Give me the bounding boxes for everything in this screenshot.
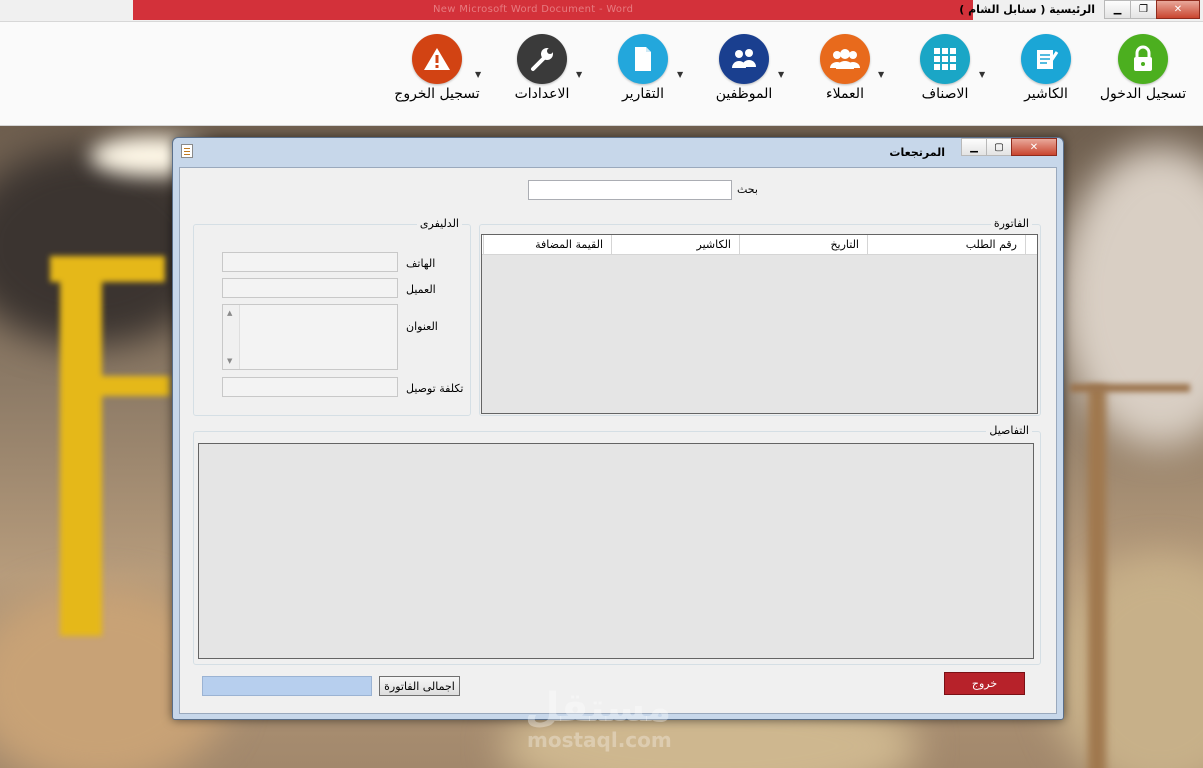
row-header-corner [1025, 235, 1037, 254]
toolbar-settings-label: الاعدادات [514, 86, 570, 102]
address-scrollbar[interactable]: ▲ ▼ [223, 305, 240, 369]
restore-button[interactable]: ❐ [1130, 0, 1157, 19]
delivery-group-caption: الدليفرى [416, 217, 462, 230]
app-title: الرئيسية ( سنابل الشام ) [959, 3, 1095, 16]
window-minimize-button[interactable]: ▁ [961, 138, 987, 156]
close-icon: ✕ [1029, 141, 1039, 153]
delivery-cost-field[interactable] [222, 377, 398, 397]
window-client-area: بحث الدليفرى الهاتف العميل العنوان ▲ ▼ ت… [179, 167, 1057, 714]
document-icon [618, 34, 668, 84]
scroll-down-icon[interactable]: ▼ [227, 357, 232, 365]
toolbar-reports-button[interactable]: ▼ التقارير [576, 34, 698, 102]
notepad-icon [1021, 34, 1071, 84]
grid-icon [920, 34, 970, 84]
column-vat[interactable]: القيمة المضافة [483, 235, 611, 254]
close-icon: ✕ [1173, 4, 1183, 15]
window-app-icon [181, 144, 193, 158]
toolbar-login-label: تسجيل الدخول [1099, 86, 1187, 102]
phone-field[interactable] [222, 252, 398, 272]
details-group-caption: التفاصيل [986, 424, 1032, 437]
minimize-icon: ▁ [970, 141, 978, 153]
wrench-icon [517, 34, 567, 84]
watermark-text: مستقل [525, 685, 672, 731]
warning-icon [412, 34, 462, 84]
minimize-button[interactable]: ▁ [1104, 0, 1131, 19]
toolbar-logout-button[interactable]: تسجيل الخروج [382, 34, 492, 102]
column-cashier[interactable]: الكاشير [611, 235, 739, 254]
window-maximize-button[interactable]: ▢ [986, 138, 1012, 156]
exit-button[interactable]: خروج [944, 672, 1025, 695]
window-title: المرتجعات [889, 146, 945, 159]
toolbar-employees-button[interactable]: ▼ الموظفين [677, 34, 799, 102]
watermark-url: mostaql.com [527, 728, 672, 752]
minimize-icon: ▁ [1113, 4, 1122, 15]
returns-window: المرتجعات ▁ ▢ ✕ بحث الدليفرى الهاتف العم… [172, 137, 1064, 720]
address-field[interactable]: ▲ ▼ [222, 304, 398, 370]
toolbar-items-label: الاصناف [921, 86, 969, 102]
people-icon [820, 34, 870, 84]
address-label: العنوان [406, 320, 438, 333]
toolbar-items-button[interactable]: ▼ الاصناف [878, 34, 1000, 102]
customer-label: العميل [406, 283, 436, 296]
main-title-bar: New Microsoft Word Document - Word الرئي… [0, 0, 1203, 22]
phone-label: الهاتف [406, 257, 436, 270]
maximize-icon: ▢ [994, 141, 1004, 153]
details-grid[interactable] [198, 443, 1034, 659]
search-label: بحث [737, 183, 758, 196]
toolbar-settings-button[interactable]: ▼ الاعدادات [475, 34, 597, 102]
toolbar-customers-label: العملاء [826, 86, 864, 102]
column-order-number[interactable]: رقم الطلب [867, 235, 1025, 254]
window-close-button[interactable]: ✕ [1011, 138, 1057, 156]
invoice-total-button[interactable]: اجمالى الفاتورة [379, 676, 460, 696]
invoice-grid[interactable]: رقم الطلب التاريخ الكاشير القيمة المضافة [481, 234, 1038, 414]
toolbar-customers-button[interactable]: ▼ العملاء [778, 34, 900, 102]
search-input[interactable] [528, 180, 732, 200]
invoice-group-caption: الفاتورة [990, 217, 1032, 230]
toolbar-cashier-label: الكاشير [1024, 86, 1068, 102]
customer-field[interactable] [222, 278, 398, 298]
invoice-total-field [202, 676, 372, 696]
lock-icon [1118, 34, 1168, 84]
background-window-strip: New Microsoft Word Document - Word [133, 0, 973, 20]
toolbar-login-button[interactable]: تسجيل الدخول [1088, 34, 1198, 102]
toolbar-employees-label: الموظفين [715, 86, 773, 102]
main-toolbar: تسجيل الدخول ▼ الكاشير ▼ الاصناف ▼ العمل… [0, 22, 1203, 126]
scroll-up-icon[interactable]: ▲ [227, 309, 232, 317]
toolbar-logout-label: تسجيل الخروج [394, 86, 480, 102]
column-date[interactable]: التاريخ [739, 235, 867, 254]
toolbar-reports-label: التقارير [621, 86, 665, 102]
toolbar-cashier-button[interactable]: ▼ الكاشير [979, 34, 1101, 102]
invoice-grid-header: رقم الطلب التاريخ الكاشير القيمة المضافة [482, 235, 1037, 255]
close-button[interactable]: ✕ [1156, 0, 1200, 19]
restore-icon: ❐ [1139, 4, 1148, 15]
employees-icon [719, 34, 769, 84]
background-window-caption: New Microsoft Word Document - Word [433, 4, 634, 15]
delivery-cost-label: تكلفة توصيل [406, 382, 464, 395]
